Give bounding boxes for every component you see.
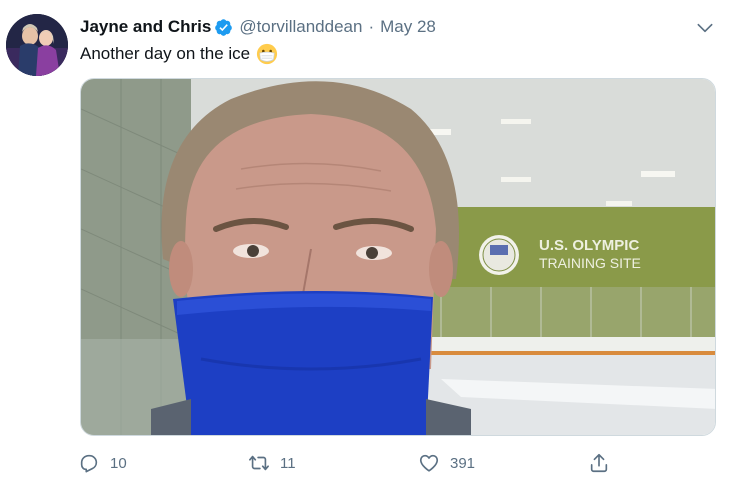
tweet-date[interactable]: May 28	[380, 17, 436, 37]
tweet-text-row: Another day on the ice	[80, 43, 278, 65]
sign-line1: U.S. OLYMPIC	[539, 237, 639, 254]
tweet-photo[interactable]: U.S. OLYMPIC TRAINING SITE	[80, 78, 716, 436]
share-icon	[590, 453, 608, 473]
retweet-button[interactable]: 11	[248, 448, 296, 478]
separator-dot: ·	[368, 17, 375, 36]
tweet[interactable]: Jayne and Chris @torvillanddean · May 28…	[0, 0, 737, 482]
author-handle[interactable]: @torvillanddean	[239, 17, 362, 37]
reply-button[interactable]: 10	[78, 448, 127, 478]
tweet-actions: 10 11 391	[78, 448, 718, 478]
reply-count: 10	[110, 454, 127, 472]
share-button[interactable]	[588, 448, 620, 478]
chevron-down-icon[interactable]	[695, 18, 715, 38]
retweet-count: 11	[280, 454, 296, 472]
avatar[interactable]	[6, 14, 68, 76]
like-count: 391	[450, 454, 476, 472]
tweet-header: Jayne and Chris @torvillanddean · May 28	[80, 15, 436, 39]
reply-icon	[80, 454, 98, 473]
sign-line2: TRAINING SITE	[539, 255, 641, 271]
avatar-image	[6, 14, 68, 76]
author-name[interactable]: Jayne and Chris	[80, 17, 211, 37]
retweet-icon	[249, 455, 269, 471]
tweet-text: Another day on the ice	[80, 44, 251, 63]
selfie-photo: U.S. OLYMPIC TRAINING SITE	[81, 79, 715, 435]
verified-icon	[215, 18, 233, 36]
like-icon	[419, 454, 439, 472]
like-button[interactable]: 391	[418, 448, 475, 478]
mask-emoji-icon	[257, 43, 278, 65]
